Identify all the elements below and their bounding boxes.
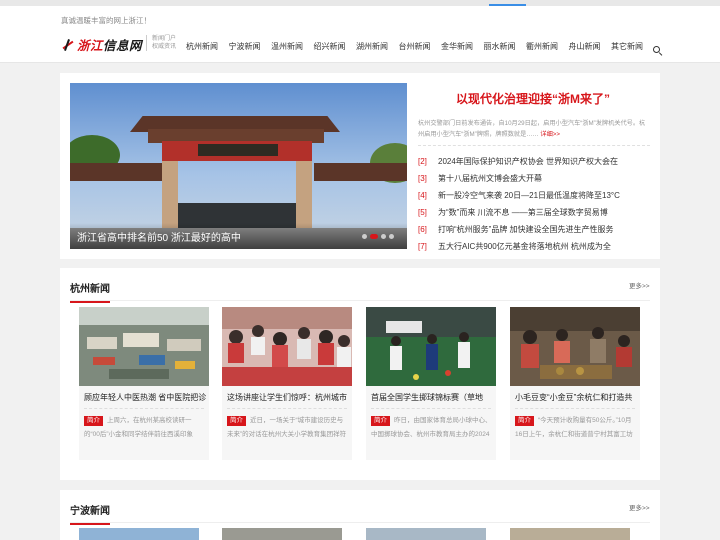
list-item[interactable]: [5] 为“数”而来 川流不息 ——第三届全球数字贸易博 (418, 204, 650, 221)
logo-mark-icon (61, 38, 75, 52)
list-item[interactable]: [4] 新一股冷空气来袭 20日—21日最低温度将降至13°C (418, 187, 650, 204)
site-header: 真诚温暖丰富的网上浙江！ 浙江信息网 新闻门户 权威资讯 杭州新闻 宁波新闻 温… (0, 6, 720, 63)
news-thumbnail[interactable] (366, 307, 496, 386)
nav-item-huzhou[interactable]: 湖州新闻 (356, 41, 388, 52)
news-title[interactable]: 这场讲座让学生们惊呼：杭州城市 (227, 392, 349, 403)
news-card[interactable]: 小毛豆变“小金豆”余杭仁和打造共 简介 “今天预计收购量有50公斤。”10月16日… (510, 307, 640, 460)
news-title[interactable]: 顾应年轻人中医热潮 省中医院把诊 (84, 392, 206, 403)
divider (84, 408, 204, 409)
news-thumbnail[interactable] (366, 528, 486, 540)
news-thumbnail[interactable] (79, 307, 209, 386)
news-thumbnail[interactable] (222, 307, 352, 386)
news-card[interactable]: 这场讲座让学生们惊呼：杭州城市 简介 近日，一场关于“城市建设历史与未来”的对话在… (222, 307, 352, 460)
news-thumbnail[interactable] (222, 528, 342, 540)
divider (418, 145, 650, 146)
divider (70, 300, 650, 301)
logo-name: 浙江信息网 (77, 39, 143, 53)
news-title[interactable]: 首届全国学生掷球锦标赛（草地 (371, 392, 493, 403)
news-thumbnail[interactable] (79, 528, 199, 540)
list-item[interactable]: [2] 2024年国际保护知识产权协会 世界知识产权大会在 (418, 153, 650, 170)
hero-card: 浙江省高中排名前50 浙江最好的高中 以现代化治理迎接“浙M来了” 杭州交警部门… (60, 73, 660, 259)
news-thumbnail[interactable] (510, 307, 640, 386)
hero-slider[interactable]: 浙江省高中排名前50 浙江最好的高中 (70, 83, 407, 249)
news-summary: 简介上周六，在杭州某高校读研一的“00后”小金和同学结伴前往西溪印象城，几人“逛… (84, 416, 194, 438)
summary-tag: 简介 (227, 416, 246, 426)
news-summary: 简介昨日，由国家体育总局小球中心、中国掷球协会、杭州市教育局主办的2024年全国… (371, 416, 492, 438)
nav-item-zhoushan[interactable]: 舟山新闻 (569, 41, 601, 52)
list-item[interactable]: [3] 第十八届杭州文博会盛大开幕 (418, 170, 650, 187)
slide-caption[interactable]: 浙江省高中排名前50 浙江最好的高中 (77, 229, 241, 244)
site-logo[interactable]: 浙江信息网 (61, 35, 142, 54)
summary-tag: 简介 (84, 416, 103, 426)
list-item[interactable]: [6] 打响“杭州服务”品牌 加快建设全国先进生产性服务 (418, 221, 650, 238)
slider-dot-active[interactable] (370, 234, 378, 239)
news-card[interactable]: 首届全国学生掷球锦标赛（草地 简介 昨日，由国家体育总局小球中心、中国掷球协会、杭… (366, 307, 496, 460)
nav-item-other[interactable]: 其它新闻 (611, 41, 643, 52)
news-card[interactable]: 顾应年轻人中医热潮 省中医院把诊 简介 上周六，在杭州某高校读研一的“00后”小金… (79, 307, 209, 460)
list-item[interactable]: [7] 五大行AIC共900亿元基金将落地杭州 杭州成为全 (418, 238, 650, 255)
news-thumbnail[interactable] (510, 528, 630, 540)
divider (227, 408, 347, 409)
section-more-link[interactable]: 更多>> (629, 502, 650, 512)
nav-item-quzhou[interactable]: 衢州新闻 (526, 41, 558, 52)
welcome-text: 真诚温暖丰富的网上浙江！ (61, 16, 151, 25)
nav-item-jinhua[interactable]: 金华新闻 (441, 41, 473, 52)
summary-tag: 简介 (371, 416, 390, 426)
ningbo-news-section: 宁波新闻 更多>> (60, 490, 660, 540)
divider (371, 408, 491, 409)
slide-gate-plaque (198, 144, 278, 156)
slider-dot[interactable] (362, 234, 367, 239)
summary-tag: 简介 (515, 416, 534, 426)
nav-item-ningbo[interactable]: 宁波新闻 (229, 41, 261, 52)
news-summary: 简介“今天预计收购量有50公斤。”10月16日上午，余杭仁和街道普宁村其富工坊门… (515, 416, 633, 438)
site-slogan: 新闻门户 权威资讯 (146, 35, 176, 51)
nav-item-hangzhou[interactable]: 杭州新闻 (186, 41, 218, 52)
summary-more-link[interactable]: 详细>> (540, 131, 560, 138)
headline[interactable]: 以现代化治理迎接“浙M来了” (417, 90, 649, 107)
hangzhou-news-section: 杭州新闻 更多>> 顾应年轻人中医热潮 省中医院把诊 简介 上周六，在杭州某高校读… (60, 268, 660, 480)
nav-item-shaoxing[interactable]: 绍兴新闻 (314, 41, 346, 52)
main-nav: 杭州新闻 宁波新闻 温州新闻 绍兴新闻 湖州新闻 台州新闻 金华新闻 丽水新闻 … (186, 41, 654, 52)
slider-dot[interactable] (389, 234, 394, 239)
slider-dot[interactable] (381, 234, 386, 239)
section-more-link[interactable]: 更多>> (629, 280, 650, 290)
nav-item-lishui[interactable]: 丽水新闻 (484, 41, 516, 52)
search-icon[interactable] (653, 46, 660, 53)
top-news-list: [2] 2024年国际保护知识产权协会 世界知识产权大会在 [3] 第十八届杭州文博… (418, 153, 650, 255)
nav-item-taizhou[interactable]: 台州新闻 (399, 41, 431, 52)
slide-gate-wing (314, 163, 407, 181)
divider (515, 408, 635, 409)
headline-summary: 杭州交警部门日前发布通告，自10月29日起，启用小型汽车“浙M”发牌机关代号。杭… (418, 120, 646, 138)
news-summary: 简介近日，一场关于“城市建设历史与未来”的对话在杭州大关小学教育集团祥符校区进行… (227, 416, 347, 438)
slider-dots (362, 234, 397, 239)
slide-gate-wing (70, 163, 162, 181)
nav-item-wenzhou[interactable]: 温州新闻 (271, 41, 303, 52)
divider (70, 522, 650, 523)
news-title[interactable]: 小毛豆变“小金豆”余杭仁和打造共 (515, 392, 637, 403)
